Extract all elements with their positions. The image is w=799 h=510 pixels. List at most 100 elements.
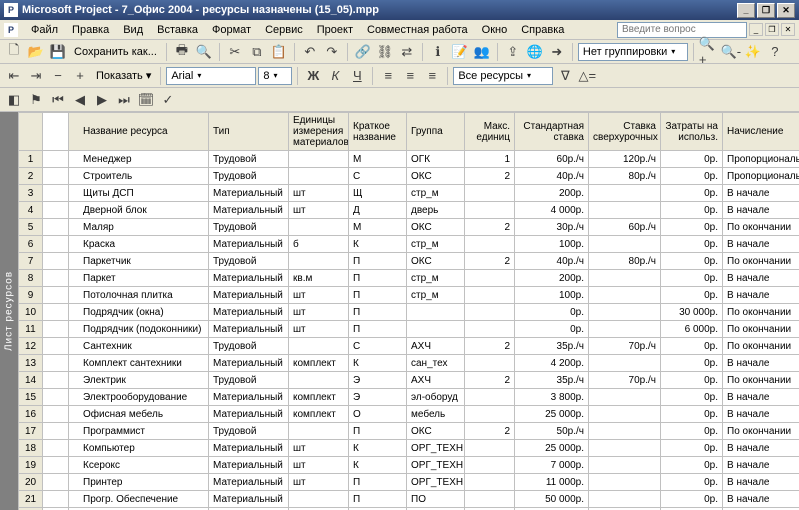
publish-icon[interactable]: ⇪	[503, 42, 523, 62]
indicator-cell[interactable]	[43, 355, 69, 372]
paste-icon[interactable]: 📋	[269, 42, 289, 62]
unit-cell[interactable]	[289, 423, 349, 440]
cost-cell[interactable]: 0р.	[661, 474, 723, 491]
indicator-cell[interactable]	[43, 491, 69, 508]
unit-header[interactable]: Единицы измерения материалов	[289, 113, 349, 151]
indicator-cell[interactable]	[43, 389, 69, 406]
short-header[interactable]: Краткое название	[349, 113, 407, 151]
outdent-icon[interactable]: ⇤	[4, 66, 24, 86]
assign-icon[interactable]: 👥	[472, 42, 492, 62]
group-cell[interactable]: эл-оборуд	[407, 389, 465, 406]
max-cell[interactable]	[465, 236, 515, 253]
cost-cell[interactable]: 0р.	[661, 491, 723, 508]
cost-cell[interactable]: 0р.	[661, 406, 723, 423]
table-row[interactable]: 10Подрядчик (окна)МатериальныйштП0р.30 0…	[19, 304, 799, 321]
type-cell[interactable]: Материальный	[209, 270, 289, 287]
acc-header[interactable]: Начисление	[723, 113, 799, 151]
type-cell[interactable]: Материальный	[209, 355, 289, 372]
group-cell[interactable]: АХЧ	[407, 372, 465, 389]
type-cell[interactable]: Материальный	[209, 287, 289, 304]
indicator-cell[interactable]	[43, 236, 69, 253]
name-cell[interactable]: Компьютер	[69, 440, 209, 457]
print-icon[interactable]: 🖶	[172, 42, 192, 62]
ot-cell[interactable]: 80р./ч	[589, 253, 661, 270]
name-cell[interactable]: Сантехник	[69, 338, 209, 355]
rownum-cell[interactable]: 3	[19, 185, 43, 202]
indicator-header[interactable]	[43, 113, 69, 151]
name-cell[interactable]: Комплект сантехники	[69, 355, 209, 372]
short-cell[interactable]: Э	[349, 389, 407, 406]
rownum-cell[interactable]: 17	[19, 423, 43, 440]
max-header[interactable]: Макс. единиц	[465, 113, 515, 151]
type-cell[interactable]: Материальный	[209, 491, 289, 508]
table-row[interactable]: 14ЭлектрикТрудовойЭАХЧ235р./ч70р./ч0р.По…	[19, 372, 799, 389]
menu-view[interactable]: Вид	[116, 22, 150, 38]
name-cell[interactable]: Программист	[69, 423, 209, 440]
name-cell[interactable]: Электрооборудование	[69, 389, 209, 406]
group-header[interactable]: Группа	[407, 113, 465, 151]
rownum-cell[interactable]: 9	[19, 287, 43, 304]
std-cell[interactable]: 25 000р.	[515, 406, 589, 423]
table-row[interactable]: 11Подрядчик (подоконники)МатериальныйштП…	[19, 321, 799, 338]
group-cell[interactable]: АХЧ	[407, 338, 465, 355]
split-icon[interactable]: ⇄	[397, 42, 417, 62]
acc-cell[interactable]: В начале	[723, 355, 799, 372]
ot-header[interactable]: Ставка сверхурочных	[589, 113, 661, 151]
short-cell[interactable]: П	[349, 321, 407, 338]
table-row[interactable]: 2СтроительТрудовойСОКС240р./ч80р./ч0р.Пр…	[19, 168, 799, 185]
cost-cell[interactable]: 0р.	[661, 389, 723, 406]
ask-question-input[interactable]	[617, 22, 747, 38]
ot-cell[interactable]	[589, 389, 661, 406]
cost-cell[interactable]: 0р.	[661, 219, 723, 236]
type-cell[interactable]: Трудовой	[209, 219, 289, 236]
table-row[interactable]: 13Комплект сантехникиМатериальныйкомплек…	[19, 355, 799, 372]
acc-cell[interactable]: В начале	[723, 491, 799, 508]
italic-icon[interactable]: К	[325, 66, 345, 86]
rownum-cell[interactable]: 19	[19, 457, 43, 474]
ot-cell[interactable]	[589, 440, 661, 457]
std-cell[interactable]: 30р./ч	[515, 219, 589, 236]
cost-cell[interactable]: 0р.	[661, 253, 723, 270]
unit-cell[interactable]: шт	[289, 287, 349, 304]
short-cell[interactable]: П	[349, 474, 407, 491]
copy-icon[interactable]: ⧉	[247, 42, 267, 62]
rownum-cell[interactable]: 4	[19, 202, 43, 219]
name-cell[interactable]: Электрик	[69, 372, 209, 389]
unit-cell[interactable]: шт	[289, 304, 349, 321]
max-cell[interactable]	[465, 440, 515, 457]
acc-cell[interactable]: По окончании	[723, 423, 799, 440]
std-cell[interactable]: 200р.	[515, 270, 589, 287]
short-cell[interactable]: Щ	[349, 185, 407, 202]
indicator-cell[interactable]	[43, 440, 69, 457]
menu-window[interactable]: Окно	[475, 22, 515, 38]
max-cell[interactable]: 2	[465, 168, 515, 185]
table-row[interactable]: 6КраскаМатериальныйбКстр_м100р.0р.В нача…	[19, 236, 799, 253]
indent-icon[interactable]: ⇥	[26, 66, 46, 86]
goto-selected-icon[interactable]: ◧	[4, 90, 24, 110]
undo-icon[interactable]: ↶	[300, 42, 320, 62]
indicator-cell[interactable]	[43, 372, 69, 389]
new-icon[interactable]: 🗋	[4, 42, 24, 62]
table-row[interactable]: 3Щиты ДСПМатериальныйштЩстр_м200р.0р.В н…	[19, 185, 799, 202]
menu-edit[interactable]: Правка	[65, 22, 116, 38]
calendar-icon[interactable]: 🗓	[136, 90, 156, 110]
group-cell[interactable]: ОКС	[407, 423, 465, 440]
rownum-cell[interactable]: 18	[19, 440, 43, 457]
preview-icon[interactable]: 🔍	[194, 42, 214, 62]
align-left-icon[interactable]: ≡	[378, 66, 398, 86]
view-tab[interactable]: Лист ресурсов	[0, 112, 18, 510]
ot-cell[interactable]	[589, 304, 661, 321]
indicator-cell[interactable]	[43, 457, 69, 474]
name-cell[interactable]: Менеджер	[69, 151, 209, 168]
group-cell[interactable]	[407, 304, 465, 321]
type-cell[interactable]: Трудовой	[209, 151, 289, 168]
menu-format[interactable]: Формат	[205, 22, 258, 38]
unit-cell[interactable]	[289, 253, 349, 270]
indicator-cell[interactable]	[43, 304, 69, 321]
max-cell[interactable]: 2	[465, 423, 515, 440]
std-cell[interactable]: 50р./ч	[515, 423, 589, 440]
track-icon[interactable]: ✓	[158, 90, 178, 110]
unit-cell[interactable]	[289, 372, 349, 389]
bold-icon[interactable]: Ж	[303, 66, 323, 86]
std-cell[interactable]: 60р./ч	[515, 151, 589, 168]
